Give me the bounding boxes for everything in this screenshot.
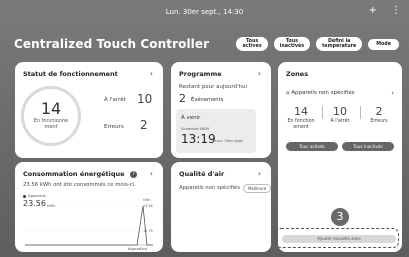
energy-title: Consommation énergétique (23, 170, 125, 178)
air-quality-card[interactable]: Qualité d'air › Appareils non spécifiés … (171, 162, 272, 252)
zones-title: Zones (286, 70, 309, 78)
add-zone-button[interactable]: Ajouter nouvelle zone (282, 235, 396, 243)
zone-all-off-button[interactable]: Tous inactivés (342, 142, 394, 151)
zone-running-label: En fonction ement (287, 119, 315, 130)
divider (322, 106, 323, 119)
statusbar-icons: + ⋮ (369, 6, 401, 16)
schedule-name: Schedule 0800 (181, 126, 210, 131)
app-title: Centralized Touch Controller (14, 37, 210, 51)
chevron-right-icon[interactable]: › (150, 169, 153, 178)
chevron-right-icon[interactable]: › (258, 169, 261, 178)
stopped-value: 10 (137, 92, 153, 106)
running-label: En fonctionne ment (33, 118, 69, 130)
chart-tick-top: 23.56 (143, 204, 153, 208)
running-ring: 14 En fonctionne ment (21, 86, 81, 146)
programme-card[interactable]: Programme › Restant pour aujourd'hui 2 É… (171, 62, 271, 158)
step-badge: 3 (331, 208, 349, 226)
chevron-right-icon[interactable]: › (150, 69, 153, 78)
chart-line (25, 205, 153, 246)
energy-card[interactable]: Consommation énergétique ? › 23.56 kWh o… (15, 162, 163, 252)
all-off-button[interactable]: Tous inactivés (273, 37, 311, 51)
mode-button[interactable]: Mode (368, 38, 399, 50)
air-quality-badge[interactable]: Meilleure (243, 184, 272, 193)
air-subtitle: Appareils non spécifiés (179, 185, 241, 191)
programme-subtitle: Restant pour aujourd'hui (179, 84, 247, 90)
all-on-button[interactable]: Tous activés (236, 37, 268, 51)
errors-label: Erreurs (104, 124, 124, 130)
status-bar: Lun. 30er sept., 14:30 (0, 8, 409, 22)
chart-unit: kWh (143, 198, 150, 202)
zone-group[interactable]: ⌂ Appareils non spécifiés (286, 90, 355, 96)
chevron-right-icon[interactable]: › (391, 89, 394, 97)
top-actions: Tous activés Tous inactivés Défini la te… (236, 37, 399, 51)
zone-group-name: Appareils non spécifiés (291, 90, 355, 96)
running-count: 14 (40, 99, 62, 118)
zone-running-value: 14 (294, 105, 308, 118)
programme-title: Programme (179, 70, 222, 78)
screen: Lun. 30er sept., 14:30 + ⋮ Centralized T… (0, 0, 409, 257)
zone-stopped-label: À l'arrêt (330, 119, 350, 124)
schedule-time: 13:19 (181, 132, 216, 146)
more-icon[interactable]: ⋮ (391, 6, 401, 16)
chart-tick-mid: 11.78 (143, 229, 153, 233)
zones-card: Zones ⌂ Appareils non spécifiés › 14 En … (275, 62, 402, 252)
upcoming-label: À venir (181, 115, 201, 121)
zone-stopped-value: 10 (333, 105, 347, 118)
set-temperature-button[interactable]: Défini la température (316, 37, 363, 51)
home-icon: ⌂ (286, 90, 290, 96)
chevron-right-icon[interactable]: › (258, 69, 261, 78)
errors-value: 2 (140, 118, 148, 132)
add-icon[interactable]: + (369, 6, 377, 16)
info-icon[interactable]: ? (130, 171, 137, 178)
status-time: Lun. 30er sept., 14:30 (165, 8, 244, 16)
zone-errors-value: 2 (375, 105, 383, 118)
events-label: Événements (191, 97, 224, 103)
events-count: 2 (179, 92, 186, 105)
zone-errors-label: Erreurs (370, 119, 388, 124)
energy-chart: kWh 23.56 11.78 Aujourd'hui (25, 198, 153, 251)
air-title: Qualité d'air (179, 170, 225, 178)
divider (360, 106, 361, 119)
schedule-date: Lun. 30er sept. (215, 138, 244, 143)
stopped-label: À l'arrêt (104, 97, 126, 103)
upcoming-panel[interactable]: À venir Schedule 0800 13:19 Lun. 30er se… (176, 109, 256, 153)
chart-today-label: Aujourd'hui (128, 247, 147, 251)
status-card-title: Statut de fonctionnement (23, 70, 118, 78)
zone-all-on-button[interactable]: Tous activés (286, 142, 338, 151)
